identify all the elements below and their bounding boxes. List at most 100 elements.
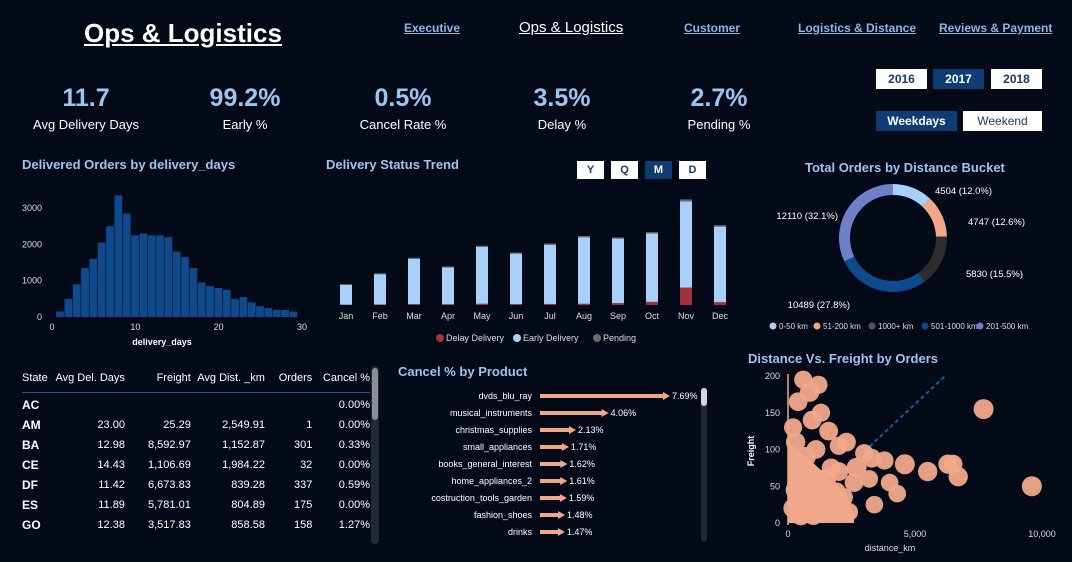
legend-label: 0-50 km xyxy=(779,322,808,331)
histogram-bar xyxy=(231,298,239,317)
table-cell: 1 xyxy=(306,418,313,431)
trend-bar-delay-delivery xyxy=(612,303,624,305)
histogram-bar xyxy=(139,233,148,317)
cancel-bar-arrow xyxy=(569,426,577,434)
cancel-bar xyxy=(540,394,664,398)
table-cell: GO xyxy=(22,517,41,532)
donut-title: Total Orders by Distance Bucket xyxy=(805,160,1005,175)
table-scrollbar-thumb[interactable] xyxy=(372,368,378,420)
state-table-container: State Avg Del. Days Freight Avg Dist. _km Or… xyxy=(22,364,370,544)
table-row: AM 23.00 25.29 2,549.91 1 0.00% xyxy=(22,413,370,433)
granularity-y-button[interactable]: Y xyxy=(577,161,604,179)
donut-data-label: 4747 (12.6%) xyxy=(968,217,1025,228)
cancel-data-label: 1.71% xyxy=(571,442,597,452)
table-cell xyxy=(265,393,312,414)
trend-bar-early-delivery xyxy=(510,253,522,305)
scatter-point xyxy=(888,484,907,503)
nav-logistics-distance[interactable]: Logistics & Distance xyxy=(798,21,916,35)
granularity-m-button[interactable]: M xyxy=(645,161,672,179)
cancel-bar-arrow xyxy=(557,528,565,536)
scatter-point xyxy=(819,421,839,441)
table-scrollbar[interactable] xyxy=(371,366,379,544)
trend-bar-early-delivery xyxy=(714,226,726,303)
trend-bar-pending xyxy=(646,232,658,234)
donut-data-label: 12110 (32.1%) xyxy=(776,211,838,222)
cancel-bar-arrow xyxy=(558,511,566,519)
y-axis-label: Freight xyxy=(746,436,756,467)
table-column-header[interactable]: Freight xyxy=(125,364,191,393)
legend-label: 501-1000 km xyxy=(931,322,978,331)
nav-customer[interactable]: Customer xyxy=(684,21,740,35)
kpi-value: 11.7 xyxy=(62,84,110,112)
histogram-bar xyxy=(172,251,181,317)
legend-marker xyxy=(976,322,984,330)
table-cell: 0.00% xyxy=(338,398,370,411)
histogram-bar xyxy=(256,306,264,317)
nav-reviews-payment[interactable]: Reviews & Payment xyxy=(939,21,1052,35)
kpi-label: Avg Delivery Days xyxy=(33,117,139,132)
table-column-header[interactable]: State xyxy=(22,364,53,393)
scatter-point xyxy=(844,473,864,492)
table-column-header[interactable]: Orders xyxy=(265,364,313,393)
year-2018-button[interactable]: 2018 xyxy=(991,69,1042,89)
page-title: Ops & Logistics xyxy=(84,18,282,48)
scatter-point xyxy=(794,370,813,389)
legend-marker xyxy=(769,322,777,330)
weekend-button[interactable]: Weekend xyxy=(963,111,1042,131)
donut-data-label: 5830 (15.5%) xyxy=(966,269,1023,280)
trend-bar-early-delivery xyxy=(442,267,454,305)
y-tick-label: 0 xyxy=(37,312,42,322)
granularity-d-button[interactable]: D xyxy=(679,161,706,179)
scatter-point xyxy=(791,505,811,526)
histogram-bar xyxy=(247,302,256,317)
table-column-header[interactable]: Cancel % xyxy=(312,364,370,393)
distance-donut-chart: 4504 (12.0%) 4747 (12.6%) 5830 (15.5%) 1048… xyxy=(769,184,1029,331)
histogram-bar xyxy=(72,284,81,317)
nav-ops-logistics[interactable]: Ops & Logistics xyxy=(519,19,623,36)
trend-bar-pending xyxy=(510,252,522,254)
cancel-scrollbar-thumb[interactable] xyxy=(701,388,707,406)
table-cell: 14.43 xyxy=(97,458,125,471)
cancel-bar-arrow xyxy=(601,409,609,417)
y-tick-label: 150 xyxy=(765,408,780,418)
trend-bar-pending xyxy=(340,284,352,285)
year-2017-button[interactable]: 2017 xyxy=(933,69,984,89)
trend-bar-pending xyxy=(442,266,454,268)
scatter-point xyxy=(829,462,849,481)
trend-bar-early-delivery xyxy=(476,246,488,304)
trend-bar-delay-delivery xyxy=(680,287,692,305)
trend-bar-early-delivery xyxy=(680,201,692,288)
scatter-point xyxy=(973,399,994,420)
table-cell xyxy=(53,393,125,414)
x-tick-label: 10,000 xyxy=(1028,529,1056,539)
weekdays-button[interactable]: Weekdays xyxy=(876,111,957,131)
cancel-data-label: 1.48% xyxy=(567,510,593,520)
cancel-scrollbar[interactable] xyxy=(701,388,707,542)
kpi-pending: 2.7% Pending % xyxy=(649,84,789,132)
histogram-bar xyxy=(222,289,231,317)
legend-label: 51-200 km xyxy=(823,322,861,331)
table-column-header[interactable]: Avg Del. Days xyxy=(53,364,125,393)
granularity-q-button[interactable]: Q xyxy=(611,161,638,179)
donut-slice xyxy=(839,184,893,262)
table-cell: 0.00% xyxy=(338,458,370,471)
scatter-point xyxy=(788,392,808,412)
x-tick-label: Sep xyxy=(610,311,626,321)
table-cell: ES xyxy=(22,497,39,512)
year-2016-button[interactable]: 2016 xyxy=(876,69,927,89)
nav-executive[interactable]: Executive xyxy=(404,21,460,35)
product-label: home_appliances_2 xyxy=(451,476,532,486)
table-cell: 1,152.87 xyxy=(222,438,265,451)
legend-marker xyxy=(513,334,521,342)
legend-marker xyxy=(813,322,821,330)
table-cell: 1,984.22 xyxy=(222,458,265,471)
product-label: fashion_shoes xyxy=(474,510,533,520)
table-cell: 12.98 xyxy=(97,438,125,451)
table-column-header[interactable]: Avg Dist. _km xyxy=(191,364,265,393)
x-tick-label: 10 xyxy=(130,322,140,332)
product-label: books_general_interest xyxy=(438,459,532,469)
kpi-value: 2.7% xyxy=(690,84,748,112)
kpi-label: Cancel Rate % xyxy=(359,117,447,132)
histogram-bar xyxy=(147,235,156,317)
x-tick-label: 0 xyxy=(49,322,54,332)
